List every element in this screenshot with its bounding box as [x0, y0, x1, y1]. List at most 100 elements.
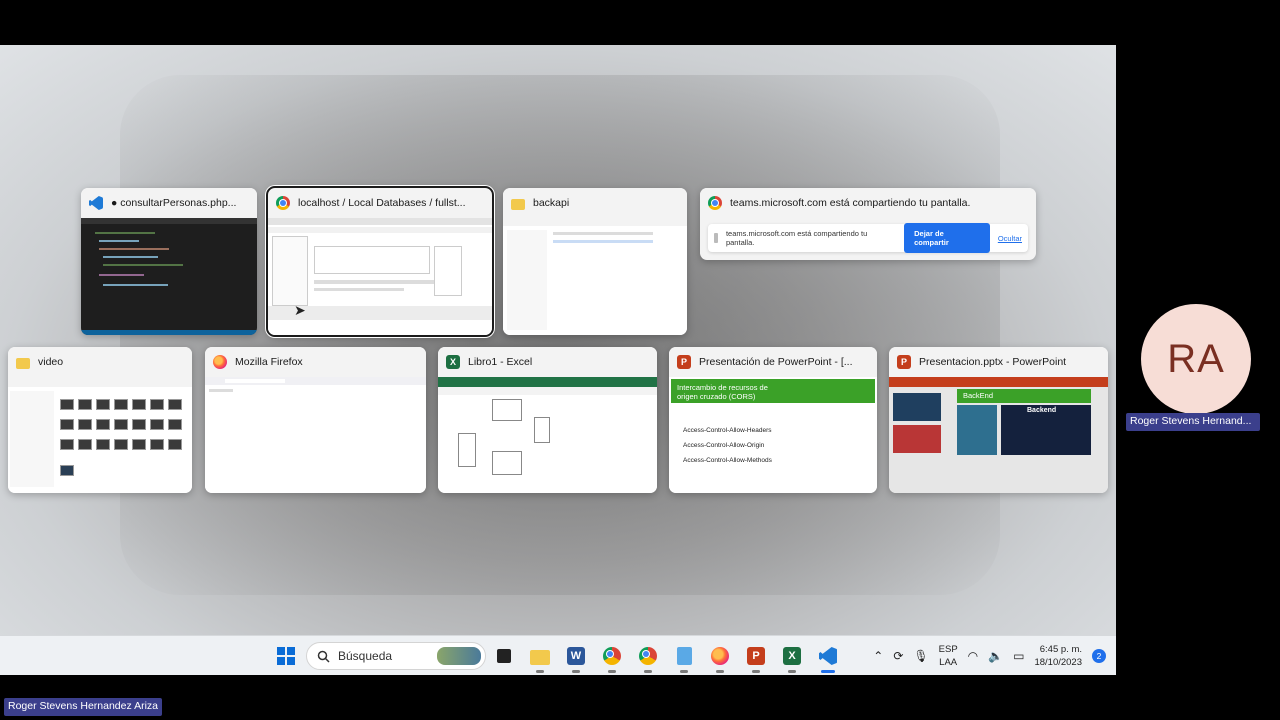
window-thumbnail	[503, 218, 687, 335]
taskbar-chrome[interactable]	[600, 644, 624, 673]
card-header: teams.microsoft.com está compartiendo tu…	[700, 188, 1036, 218]
powerpoint-icon: P	[677, 355, 691, 369]
start-button[interactable]	[274, 644, 298, 668]
folder-icon	[16, 357, 30, 369]
wallpaper-blur	[120, 75, 1000, 595]
excel-icon: X	[783, 647, 801, 665]
shared-screen: ● consultarPersonas.php... localhost / L…	[0, 45, 1116, 675]
screen-share-bar: teams.microsoft.com está compartiendo tu…	[708, 223, 1028, 253]
taskbar-browser[interactable]	[636, 644, 660, 673]
folder-icon	[511, 198, 525, 210]
card-title: Libro1 - Excel	[468, 356, 533, 368]
window-thumbnail: BackEnd Backend	[889, 377, 1108, 493]
window-thumbnail: Intercambio de recursos de origen cruzad…	[669, 377, 877, 493]
window-card-localhost[interactable]: localhost / Local Databases / fullst... …	[266, 186, 494, 337]
search-placeholder: Búsqueda	[338, 649, 393, 663]
card-header: ● consultarPersonas.php...	[81, 188, 257, 218]
window-card-presentacion[interactable]: P Presentacion.pptx - PowerPoint BackEnd…	[889, 347, 1108, 493]
window-thumbnail	[81, 218, 257, 335]
taskbar-word[interactable]: W	[564, 644, 588, 673]
card-title: video	[38, 356, 64, 368]
window-card-vscode[interactable]: ● consultarPersonas.php...	[81, 188, 257, 335]
word-icon: W	[567, 647, 585, 665]
system-tray: ⌃ ⟳ 🎙 ESP LAA ◠ 🔈 ▭ 6:45 p. m. 18/10/202…	[873, 640, 1106, 672]
slide-banner: BackEnd	[957, 389, 1091, 403]
chrome-icon	[639, 647, 657, 665]
slide-heading-text: Intercambio de recursos de origen cruzad…	[677, 383, 768, 401]
search-highlight-image	[437, 647, 481, 665]
window-card-ppt-cors[interactable]: P Presentación de PowerPoint - [... Inte…	[669, 347, 877, 493]
battery-icon[interactable]: ▭	[1013, 649, 1024, 663]
card-header: video	[8, 347, 192, 377]
powerpoint-icon: P	[747, 647, 765, 665]
wifi-icon[interactable]: ◠	[968, 649, 978, 663]
card-header: P Presentacion.pptx - PowerPoint	[889, 347, 1108, 377]
slide-bullet: Access-Control-Allow-Origin	[683, 442, 765, 449]
firefox-icon	[213, 355, 227, 369]
window-thumbnail	[205, 377, 426, 493]
window-thumbnail: ➤	[268, 218, 492, 335]
taskbar: Búsqueda W P X ⌃ ⟳ 🎙 ESP LAA ◠ 🔈 ▭ 6:45 …	[0, 635, 1116, 675]
slide-bullet: Access-Control-Allow-Methods	[683, 457, 772, 464]
window-card-video[interactable]: video	[8, 347, 192, 493]
microphone-icon[interactable]: 🎙	[913, 649, 928, 663]
taskbar-notepad[interactable]	[672, 644, 696, 673]
notification-badge[interactable]: 2	[1092, 649, 1106, 663]
search-box[interactable]: Búsqueda	[306, 642, 486, 670]
taskbar-file-explorer[interactable]	[528, 644, 552, 673]
task-view-icon	[497, 649, 511, 663]
windows-logo-icon	[277, 647, 295, 665]
clock-date: 18/10/2023	[1034, 657, 1082, 668]
window-thumbnail	[8, 377, 192, 493]
chrome-icon	[276, 196, 290, 210]
folder-icon	[530, 649, 550, 665]
card-title: teams.microsoft.com está compartiendo tu…	[730, 197, 971, 209]
hide-link[interactable]: Ocultar	[998, 234, 1022, 243]
taskbar-excel[interactable]: X	[780, 644, 804, 673]
taskbar-firefox[interactable]	[708, 644, 732, 673]
window-card-teams-share[interactable]: teams.microsoft.com está compartiendo tu…	[700, 188, 1036, 260]
mouse-cursor-icon: ➤	[294, 302, 306, 318]
window-card-excel[interactable]: X Libro1 - Excel	[438, 347, 657, 493]
card-header: X Libro1 - Excel	[438, 347, 657, 377]
share-message: teams.microsoft.com está compartiendo tu…	[725, 229, 868, 247]
slide-panel-title: Backend	[1027, 407, 1057, 414]
card-title: Presentacion.pptx - PowerPoint	[919, 356, 1067, 368]
chrome-icon	[708, 196, 722, 210]
drag-handle-icon	[714, 233, 718, 243]
card-title: localhost / Local Databases / fullst...	[298, 197, 466, 209]
window-thumbnail	[438, 377, 657, 493]
chevron-up-icon[interactable]: ⌃	[873, 649, 883, 663]
card-title: Presentación de PowerPoint - [...	[699, 356, 853, 368]
excel-icon: X	[446, 355, 460, 369]
card-header: Mozilla Firefox	[205, 347, 426, 377]
slide-bullet: Access-Control-Allow-Headers	[683, 427, 772, 434]
stop-sharing-button[interactable]: Dejar de compartir	[904, 223, 990, 253]
clock-time: 6:45 p. m.	[1039, 644, 1082, 655]
input-language[interactable]: ESP LAA	[939, 643, 958, 669]
taskbar-powerpoint[interactable]: P	[744, 644, 768, 673]
participant-avatar: RA	[1141, 304, 1251, 414]
volume-icon[interactable]: 🔈	[988, 649, 1003, 663]
notepad-icon	[676, 647, 692, 665]
search-icon	[317, 650, 330, 663]
slide-heading: Intercambio de recursos de origen cruzad…	[671, 379, 875, 403]
clock[interactable]: 6:45 p. m. 18/10/2023	[1034, 643, 1082, 669]
window-card-firefox[interactable]: Mozilla Firefox	[205, 347, 426, 493]
card-header: localhost / Local Databases / fullst...	[268, 188, 492, 218]
card-header: P Presentación de PowerPoint - [...	[669, 347, 877, 377]
chrome-icon	[603, 647, 621, 665]
card-title: ● consultarPersonas.php...	[111, 197, 237, 209]
taskbar-vscode[interactable]	[816, 644, 840, 673]
card-header: backapi	[503, 188, 687, 218]
task-view-button[interactable]	[492, 644, 516, 668]
presenter-name-tag: Roger Stevens Hernandez Ariza	[4, 698, 162, 716]
sync-icon[interactable]: ⟳	[893, 649, 903, 663]
avatar-initials: RA	[1167, 336, 1225, 381]
language-code: ESP	[938, 644, 958, 655]
card-title: Mozilla Firefox	[235, 356, 303, 368]
keyboard-layout: LAA	[939, 657, 958, 668]
window-card-backapi[interactable]: backapi	[503, 188, 687, 335]
vscode-icon	[819, 647, 837, 665]
card-title: backapi	[533, 197, 570, 209]
